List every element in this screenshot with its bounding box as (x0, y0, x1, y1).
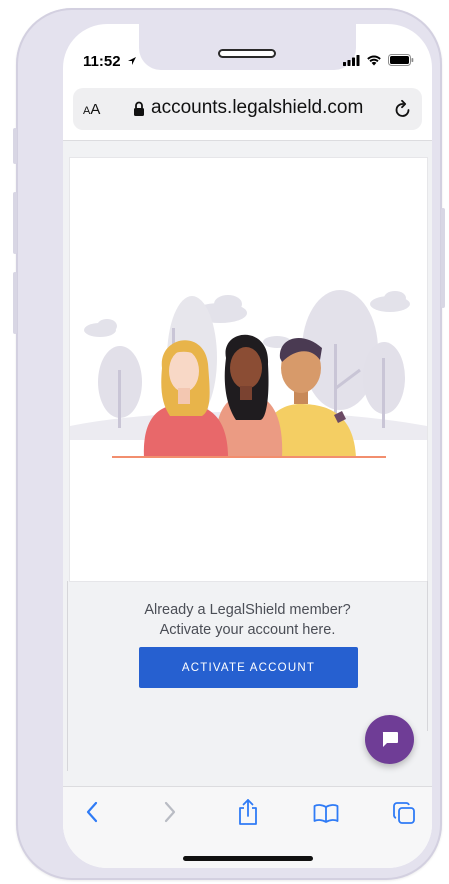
url-text[interactable]: accounts.legalshield.com (151, 97, 363, 119)
status-time-text: 11:52 (83, 53, 121, 70)
tabs-icon[interactable] (392, 801, 416, 825)
status-time: 11:52 (83, 53, 137, 70)
notch (139, 24, 356, 70)
prompt-line-1: Already a LegalShield member? (144, 602, 351, 618)
reload-icon[interactable] (394, 99, 412, 119)
speaker-grille (218, 49, 276, 58)
text-size-button[interactable]: AA (83, 101, 100, 118)
signal-icon (343, 54, 360, 66)
prompt-line-2: Activate your account here. (159, 622, 336, 638)
chat-icon (382, 732, 398, 747)
text-size-big-label: A (90, 101, 101, 118)
address-bar[interactable]: AA accounts.legalshield.com (73, 88, 422, 130)
side-button-volume-down (13, 272, 17, 334)
status-icons (343, 54, 414, 66)
side-button-mute (13, 128, 17, 164)
back-icon[interactable] (85, 801, 99, 823)
battery-icon (388, 54, 414, 66)
side-button-power (441, 208, 445, 308)
phone-frame: 11:52 AA accounts.legalshield.com Alread… (13, 8, 445, 880)
share-icon[interactable] (237, 798, 259, 826)
side-button-volume-up (13, 192, 17, 254)
member-prompt: Already a LegalShield member? Activate y… (63, 600, 432, 640)
members-illustration (70, 290, 427, 458)
home-indicator (183, 856, 313, 861)
hero-card (69, 157, 428, 582)
location-arrow-icon (127, 57, 136, 65)
page-content: Already a LegalShield member? Activate y… (63, 141, 432, 786)
lock-icon (134, 101, 144, 116)
wifi-icon (367, 55, 381, 66)
phone-screen: 11:52 AA accounts.legalshield.com Alread… (63, 24, 432, 868)
activate-account-button[interactable]: ACTIVATE ACCOUNT (139, 647, 358, 688)
forward-icon[interactable] (163, 801, 177, 823)
bookmarks-icon[interactable] (313, 803, 339, 823)
chat-button[interactable] (365, 715, 414, 764)
